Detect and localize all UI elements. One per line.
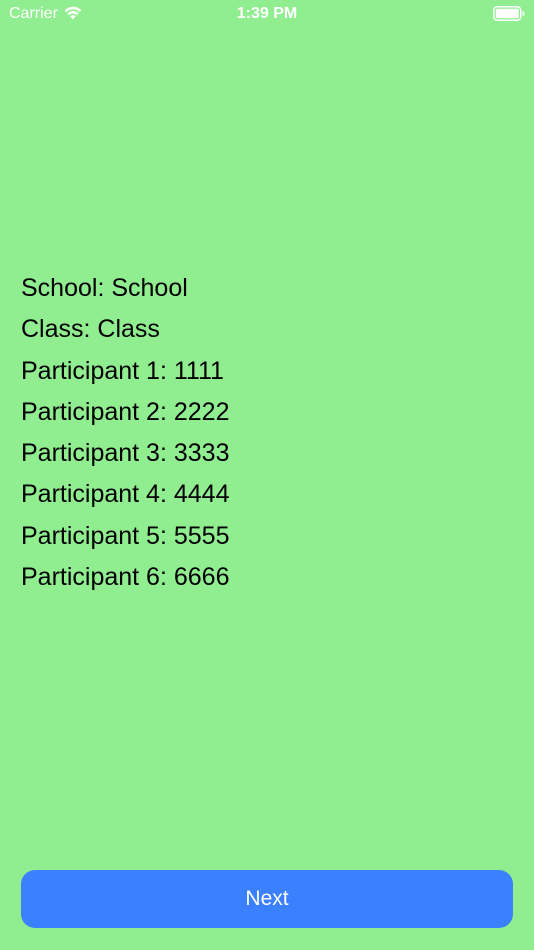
participant-6-line: Participant 6: 6666 — [21, 563, 230, 592]
info-list: School: School Class: Class Participant … — [21, 268, 229, 598]
participant-4-line: Participant 4: 4444 — [21, 480, 230, 509]
participant-1-line: Participant 1: 1111 — [21, 356, 224, 385]
participant-5-line: Participant 5: 5555 — [21, 521, 230, 550]
participant-2-line: Participant 2: 2222 — [21, 397, 230, 426]
next-button[interactable]: Next — [21, 870, 513, 928]
participant-3-line: Participant 3: 3333 — [21, 439, 230, 468]
status-time: 1:39 PM — [236, 5, 298, 22]
school-line: School: School — [21, 274, 188, 302]
status-bar: Carrier 1:39 PM — [0, 0, 534, 28]
battery-icon — [493, 6, 525, 21]
class-line: Class: Class — [21, 315, 160, 344]
